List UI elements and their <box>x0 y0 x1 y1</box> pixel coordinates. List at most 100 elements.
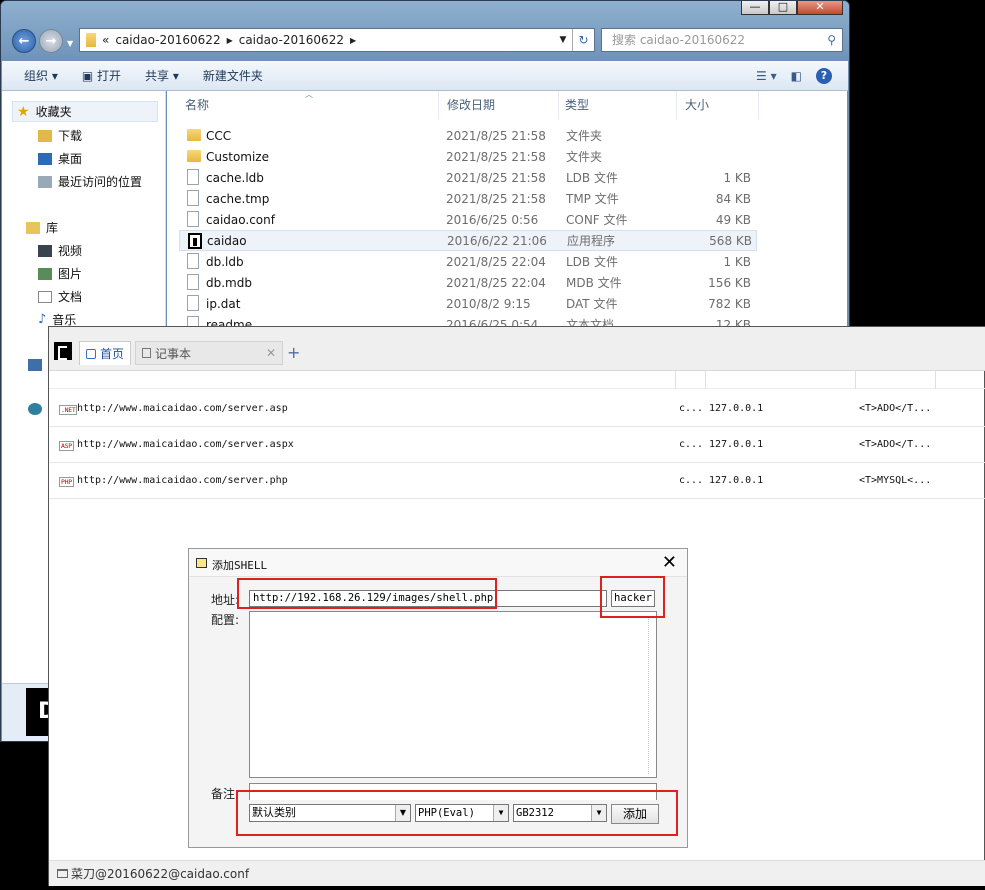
forward-button[interactable]: → <box>39 29 63 53</box>
file-row[interactable]: ip.dat 2010/8/2 9:15 DAT 文件 782 KB <box>179 293 757 314</box>
file-date: 2010/8/2 9:15 <box>446 296 531 311</box>
address-dropdown-icon[interactable]: ▼ <box>554 35 572 45</box>
file-row[interactable]: db.mdb 2021/8/25 22:04 MDB 文件 156 KB <box>179 272 757 293</box>
column-date[interactable]: 修改日期 <box>439 91 559 119</box>
new-folder-button[interactable]: 新建文件夹 <box>191 67 275 84</box>
nav-label: 下载 <box>58 129 83 143</box>
column-label: 修改日期 <box>447 98 496 112</box>
search-input[interactable]: 搜索 caidao-20160622 ⚲ <box>601 28 843 52</box>
file-type: CONF 文件 <box>566 213 628 227</box>
column-type[interactable]: 类型 <box>559 91 677 119</box>
file-row-selected[interactable]: caidao 2016/6/22 21:06 应用程序 568 KB <box>179 230 757 251</box>
star-icon: ★ <box>17 103 30 120</box>
refresh-icon[interactable]: ↻ <box>572 29 594 51</box>
back-button[interactable]: ← <box>12 29 36 53</box>
open-icon: ▣ <box>81 69 97 83</box>
help-icon[interactable]: ? <box>816 67 832 84</box>
file-icon <box>187 253 199 269</box>
tab-label: 首页 <box>100 347 125 361</box>
column-label: 大小 <box>685 98 710 112</box>
command-bar: 组织 ▾ ▣ 打开 共享 ▾ 新建文件夹 ☰ ▾ ◧ ? <box>2 61 848 91</box>
tab-home[interactable]: 首页 <box>79 341 131 365</box>
shell-url: http://www.maicaidao.com/server.aspx <box>77 439 294 450</box>
file-date: 2021/8/25 21:58 <box>446 149 546 164</box>
column-name[interactable]: 名称 <box>167 91 439 119</box>
scrollbar[interactable] <box>648 616 654 774</box>
column-label: 名称 <box>185 98 210 112</box>
arrow-left-icon: ← <box>18 33 30 49</box>
column-divider[interactable] <box>855 371 856 389</box>
file-row[interactable]: cache.ldb 2021/8/25 21:58 LDB 文件 1 KB <box>179 167 757 188</box>
nav-label: 桌面 <box>58 152 83 166</box>
nav-documents[interactable]: 文档 <box>38 288 82 305</box>
share-menu[interactable]: 共享 ▾ <box>133 67 191 84</box>
search-icon[interactable]: ⚲ <box>827 29 836 51</box>
address-bar[interactable]: « caidao-20160622 ▶ caidao-20160622 ▶ ▼ … <box>79 28 595 52</box>
breadcrumb-overflow[interactable]: « <box>96 33 109 47</box>
shell-ip: 127.0.0.1 <box>709 475 764 486</box>
network-icon <box>28 403 42 415</box>
nav-computer[interactable] <box>28 359 42 371</box>
close-button[interactable]: ✕ <box>797 1 843 15</box>
close-tab-icon[interactable]: ✕ <box>266 346 276 360</box>
nav-videos[interactable]: 视频 <box>38 242 82 259</box>
nav-desktop[interactable]: 桌面 <box>38 150 82 167</box>
nav-label: 库 <box>46 221 59 235</box>
file-row[interactable]: db.ldb 2021/8/25 22:04 LDB 文件 1 KB <box>179 251 757 272</box>
nav-label: 最近访问的位置 <box>58 175 143 189</box>
close-icon[interactable]: ✕ <box>662 552 677 573</box>
tab-label: 记事本 <box>155 346 192 361</box>
nav-libraries[interactable]: 库 <box>26 219 58 236</box>
nav-downloads[interactable]: 下载 <box>38 127 82 144</box>
file-row[interactable]: cache.tmp 2021/8/25 21:58 TMP 文件 84 KB <box>179 188 757 209</box>
shell-row[interactable]: ASP http://www.maicaidao.com/server.aspx… <box>49 427 985 463</box>
shell-ip: 127.0.0.1 <box>709 439 764 450</box>
history-dropdown-icon[interactable]: ▼ <box>67 39 73 48</box>
column-size[interactable]: 大小 <box>677 91 759 119</box>
nav-label: 收藏夹 <box>35 105 72 119</box>
shell-config: c... <box>679 475 704 486</box>
file-type: 应用程序 <box>567 234 616 248</box>
tab-notepad[interactable]: 记事本 ✕ <box>135 341 283 365</box>
maximize-button[interactable]: □ <box>769 1 797 15</box>
breadcrumb-item[interactable]: caidao-20160622 <box>109 33 226 47</box>
file-date: 2016/6/25 0:56 <box>446 212 539 227</box>
shell-row[interactable]: PHP http://www.maicaidao.com/server.php … <box>49 463 985 499</box>
shell-url: http://www.maicaidao.com/server.asp <box>77 403 288 414</box>
highlight-box-address <box>237 578 497 609</box>
nav-pictures[interactable]: 图片 <box>38 265 82 282</box>
config-textarea[interactable] <box>249 611 657 778</box>
minimize-button[interactable]: — <box>741 1 769 15</box>
dialog-icon <box>196 558 207 568</box>
open-button[interactable]: ▣ 打开 <box>70 67 133 84</box>
file-row[interactable]: caidao.conf 2016/6/25 0:56 CONF 文件 49 KB <box>179 209 757 230</box>
breadcrumb-item[interactable]: caidao-20160622 <box>233 33 350 47</box>
file-row[interactable]: CCC 2021/8/25 21:58 文件夹 <box>179 125 757 146</box>
column-divider[interactable] <box>675 371 676 389</box>
column-divider[interactable] <box>705 371 706 389</box>
file-size: 84 KB <box>715 191 751 206</box>
shell-db: <T>ADO</T... <box>859 439 932 450</box>
file-date: 2021/8/25 21:58 <box>446 191 546 206</box>
shell-db: <T>MYSQL<... <box>859 475 932 486</box>
organize-menu[interactable]: 组织 ▾ <box>2 67 70 84</box>
column-label: 类型 <box>565 98 590 112</box>
nav-favorites[interactable]: ★ 收藏夹 <box>12 101 158 122</box>
nav-label: 视频 <box>58 244 83 258</box>
file-date: 2021/8/25 21:58 <box>446 170 546 185</box>
chevron-right-icon[interactable]: ▶ <box>350 36 356 45</box>
file-icon <box>187 274 199 290</box>
preview-pane-icon[interactable]: ◧ <box>791 69 802 83</box>
file-icon <box>187 169 199 185</box>
config-label: 配置: <box>211 613 240 627</box>
file-name: db.ldb <box>206 254 244 269</box>
add-tab-button[interactable]: + <box>287 343 300 362</box>
view-options-icon[interactable]: ☰ ▾ <box>756 69 777 83</box>
file-name: cache.tmp <box>206 191 270 206</box>
file-name: cache.ldb <box>206 170 264 185</box>
file-row[interactable]: Customize 2021/8/25 21:58 文件夹 <box>179 146 757 167</box>
column-divider[interactable] <box>935 371 936 389</box>
shell-row[interactable]: .NET http://www.maicaidao.com/server.asp… <box>49 391 985 427</box>
nav-network[interactable] <box>28 403 42 415</box>
nav-recent[interactable]: 最近访问的位置 <box>38 173 142 190</box>
